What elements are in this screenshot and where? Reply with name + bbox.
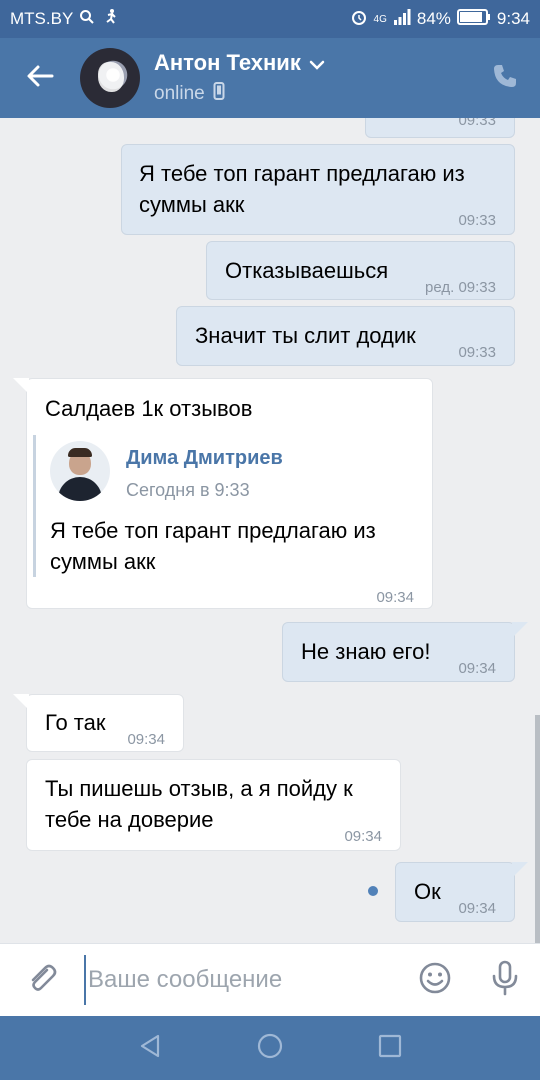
message-text: Значит ты слит додик <box>195 323 416 348</box>
message-time: 09:33 <box>458 118 496 129</box>
system-nav-bar <box>0 1016 540 1080</box>
message-text: Ок <box>414 879 441 904</box>
nav-back-button[interactable] <box>134 1032 166 1064</box>
phone-icon <box>491 62 519 95</box>
call-button[interactable] <box>470 38 540 118</box>
clock-label: 9:34 <box>496 9 530 28</box>
message-bubble-incoming[interactable]: Салдаев 1к отзывов Дима Дмитриев Сегодня… <box>13 378 433 609</box>
bubble-tail <box>512 862 528 878</box>
message-time: ред. 09:33 <box>425 279 496 296</box>
message-text: Го так <box>45 710 106 735</box>
running-icon <box>101 8 119 31</box>
forwarded-text: Я тебе топ гарант предлагаю из суммы акк <box>50 518 376 574</box>
message-time: 09:34 <box>458 660 496 677</box>
message-bubble-outgoing[interactable]: Я тебе топ гарант предлагаю из суммы акк… <box>121 144 515 235</box>
message-bubble-incoming[interactable]: Го так 09:34 <box>13 694 184 752</box>
nav-back-icon <box>138 1033 162 1064</box>
message-time: 09:34 <box>458 900 496 917</box>
bubble-tail <box>512 622 528 638</box>
message-text: Я тебе топ гарант предлагаю из суммы акк <box>139 161 465 217</box>
contact-name: Антон Техник <box>154 50 301 75</box>
unread-indicator <box>368 886 378 896</box>
message-time: 09:34 <box>344 828 382 845</box>
message-text: Не знаю его! <box>301 639 431 664</box>
nav-recents-button[interactable] <box>374 1032 406 1064</box>
voice-button[interactable] <box>470 944 540 1017</box>
message-bubble-incoming[interactable]: Ты пишешь отзыв, а я пойду к тебе на дов… <box>26 759 401 851</box>
nav-home-button[interactable] <box>254 1032 286 1064</box>
avatar[interactable] <box>80 48 140 108</box>
bubble-tail <box>13 694 29 710</box>
message-time: 09:33 <box>458 344 496 361</box>
forwarded-message[interactable]: Дима Дмитриев Сегодня в 9:33 Я тебе топ … <box>33 435 433 577</box>
forwarded-date: Сегодня в 9:33 <box>126 480 250 500</box>
message-text: Салдаев 1к отзывов <box>45 396 253 421</box>
chevron-down-icon <box>309 50 325 76</box>
mobile-icon <box>213 82 225 106</box>
back-button[interactable] <box>0 38 80 118</box>
search-icon <box>79 9 95 30</box>
attach-button[interactable] <box>0 944 84 1017</box>
message-input[interactable] <box>84 955 400 1005</box>
contact-status: online <box>154 83 205 104</box>
message-list[interactable]: 09:33 Я тебе топ гарант предлагаю из сум… <box>0 118 540 943</box>
signal-icon <box>393 8 411 30</box>
network-label: 4G <box>373 13 387 25</box>
message-text: Отказываешься <box>225 258 389 283</box>
nav-recents-icon <box>378 1034 402 1063</box>
forwarded-avatar[interactable] <box>50 441 110 501</box>
carrier-label: MTS.BY <box>10 9 74 28</box>
battery-label: 84% <box>416 9 451 28</box>
message-bubble-outgoing[interactable]: Отказываешься ред. 09:33 <box>206 241 515 300</box>
bubble-tail <box>13 378 29 394</box>
status-bar: MTS.BY 4G 84% 9:34 <box>0 0 540 38</box>
forwarded-author[interactable]: Дима Дмитриев <box>126 443 283 474</box>
back-arrow-icon <box>26 64 54 93</box>
message-bubble-outgoing[interactable]: Значит ты слит додик 09:33 <box>176 306 515 366</box>
message-bubble-outgoing[interactable]: Ок 09:34 <box>395 862 528 922</box>
message-time: 09:33 <box>458 212 496 229</box>
emoji-button[interactable] <box>400 944 470 1017</box>
alarm-icon <box>350 8 368 31</box>
microphone-icon <box>490 960 520 1001</box>
nav-home-icon <box>256 1032 284 1065</box>
message-time: 09:34 <box>127 731 165 748</box>
contact-info[interactable]: Антон Техник online <box>154 50 325 106</box>
message-bubble-outgoing[interactable]: Не знаю его! 09:34 <box>282 622 528 682</box>
message-composer <box>0 943 540 1016</box>
scrollbar[interactable] <box>535 715 540 943</box>
battery-icon <box>456 8 491 30</box>
chat-header: Антон Техник online <box>0 38 540 118</box>
message-time: 09:34 <box>376 589 414 606</box>
paperclip-icon <box>25 961 59 1000</box>
message-bubble-partial[interactable]: 09:33 <box>365 118 515 138</box>
smiley-icon <box>418 961 452 1000</box>
message-text: Ты пишешь отзыв, а я пойду к тебе на дов… <box>45 776 353 832</box>
